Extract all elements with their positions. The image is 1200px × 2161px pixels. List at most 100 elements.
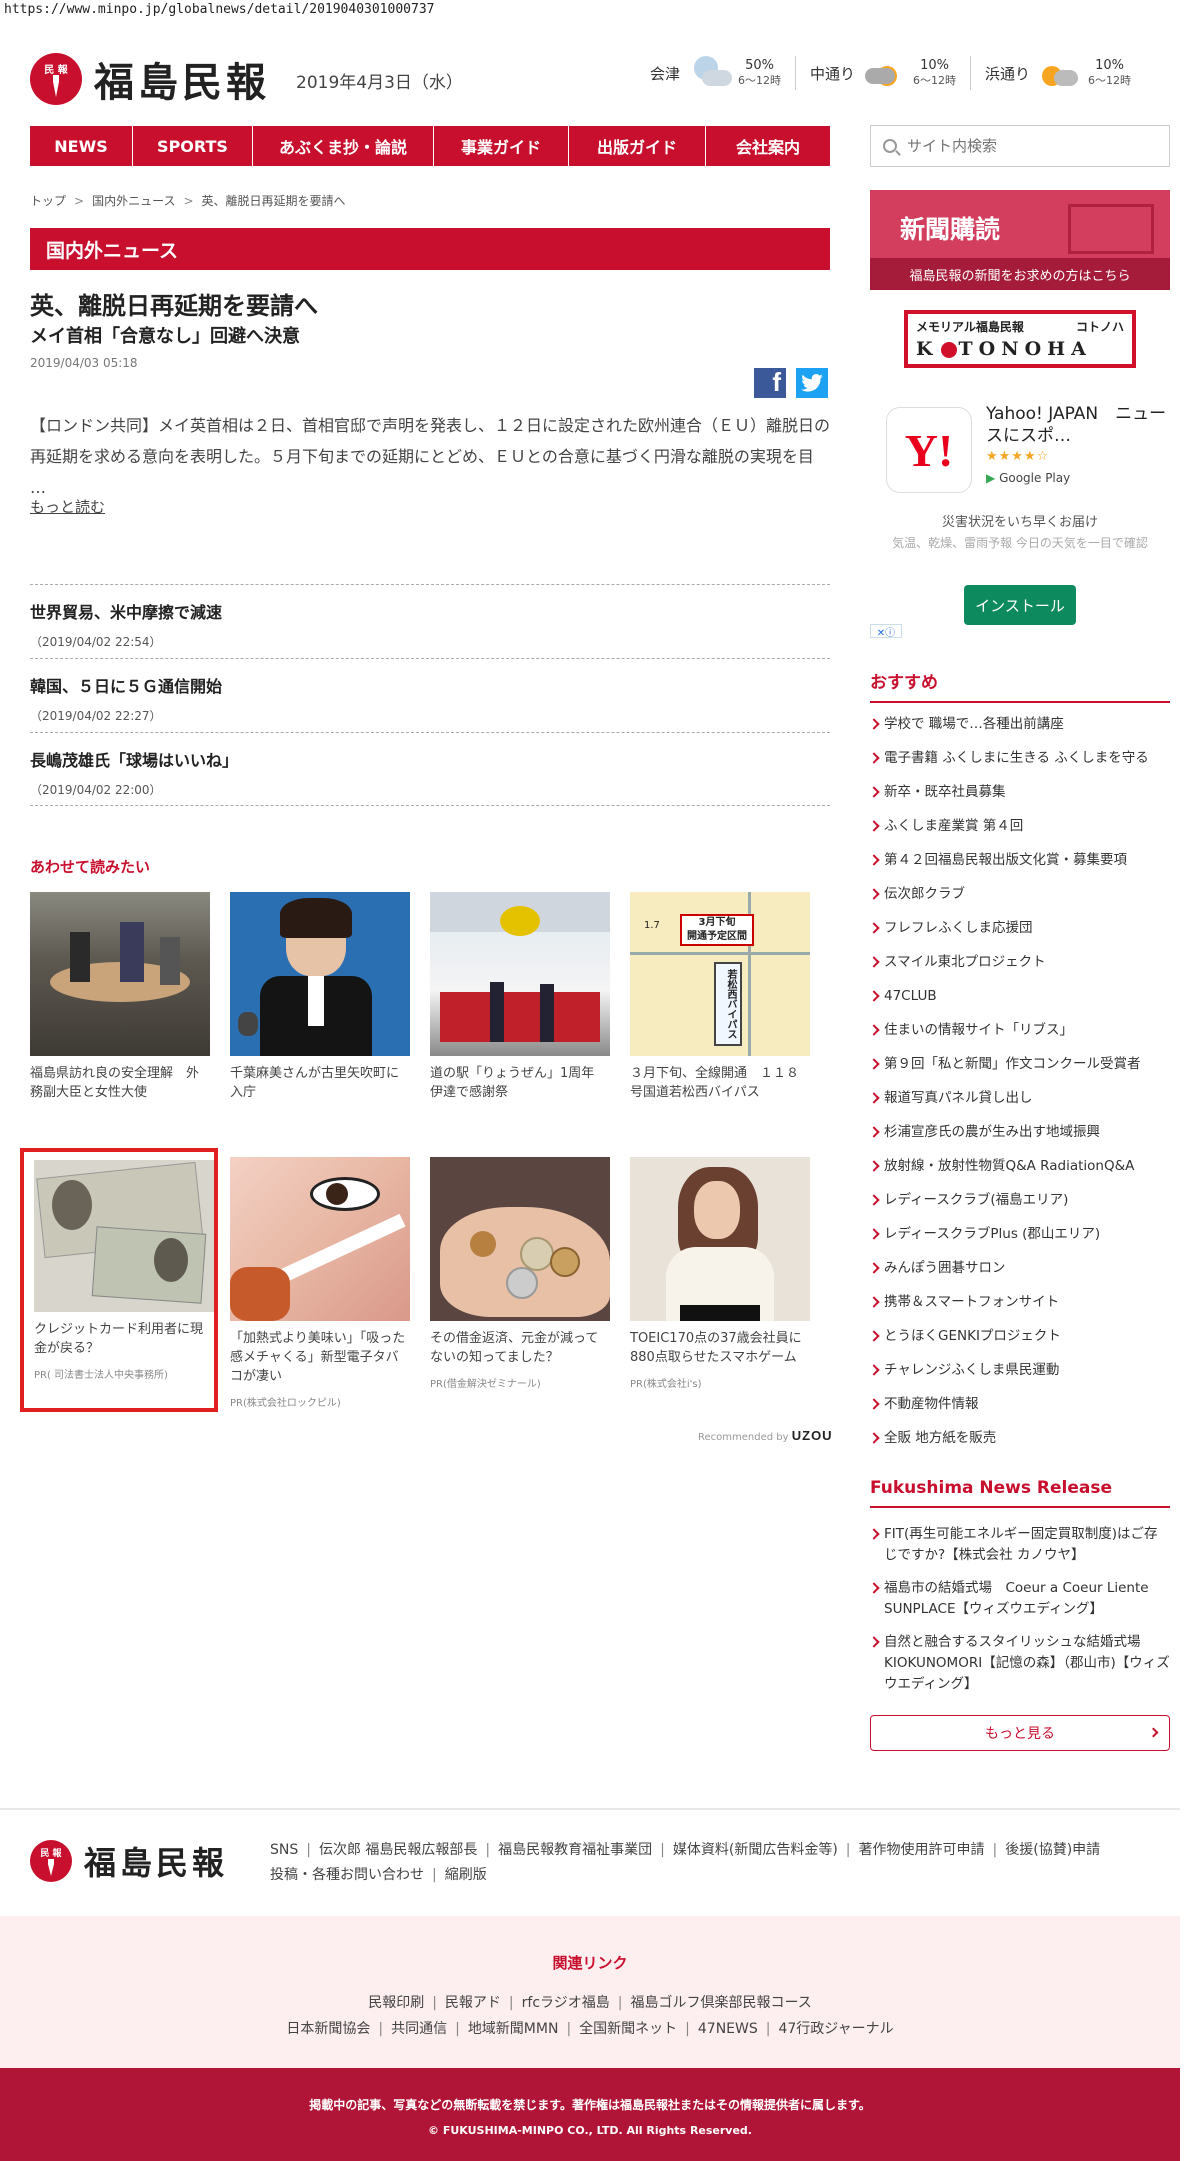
related-card[interactable]: 千葉麻美さんが古里矢吹町に入庁	[230, 892, 410, 1102]
recommend-item[interactable]: 全販 地方紙を販売	[870, 1428, 1170, 1448]
install-button[interactable]: インストール	[964, 585, 1076, 625]
recommend-item[interactable]: 杉浦宣彦氏の農が生み出す地域振興	[870, 1122, 1170, 1142]
list-item-date: （2019/04/02 22:27）	[30, 709, 162, 723]
news-release-item[interactable]: FIT(再生可能エネルギー固定買取制度)はご存じですか?【株式会社 カノウヤ】	[870, 1524, 1170, 1566]
nav-news[interactable]: NEWS	[30, 126, 133, 166]
map-label-c: 若松西バイパス	[714, 962, 742, 1046]
related-link[interactable]: 共同通信	[391, 2021, 447, 2037]
related-link[interactable]: 47NEWS	[698, 2021, 758, 2037]
recommend-item[interactable]: とうほくGENKIプロジェクト	[870, 1326, 1170, 1346]
footer-link[interactable]: 媒体資料(新聞広告料金等)	[673, 1842, 838, 1858]
footer-link[interactable]: 投稿・各種お問い合わせ	[270, 1867, 424, 1883]
list-item[interactable]: 世界貿易、米中摩擦で減速 （2019/04/02 22:54）	[30, 584, 830, 658]
pr-sponsor: PR(株式会社ロックピル)	[230, 1398, 341, 1409]
read-more-link[interactable]: もっと読む	[30, 496, 105, 517]
footer-links: SNS | 伝次郎 福島民報広報部長 | 福島民報教育福祉事業団 | 媒体資料(新聞広告料金…	[270, 1838, 1150, 1888]
recommend-item[interactable]: 47CLUB	[870, 986, 1170, 1006]
map-label-d: 1.7	[644, 920, 660, 931]
pr-card[interactable]: 「加熱式より美味い」「吸った感メチャくる」新型電子タバコが凄い PR(株式会社ロ…	[230, 1157, 410, 1413]
list-item-title[interactable]: 世界貿易、米中摩擦で減速	[30, 599, 830, 623]
site-search[interactable]	[870, 125, 1170, 167]
list-item[interactable]: 長嶋茂雄氏「球場はいいね」 （2019/04/02 22:00）	[30, 732, 830, 806]
footer-link[interactable]: 著作物使用許可申請	[859, 1842, 985, 1858]
related-caption[interactable]: ３月下旬、全線開通 １１８号国道若松西バイパス	[630, 1064, 810, 1102]
recommend-item[interactable]: レディースクラブPlus (郡山エリア)	[870, 1224, 1170, 1244]
site-logo[interactable]: 民 報 福島民報	[30, 50, 270, 108]
nav-sports[interactable]: SPORTS	[133, 126, 253, 166]
link-separator: |	[685, 2021, 690, 2037]
recommend-item[interactable]: 新卒・既卒社員募集	[870, 782, 1170, 802]
recommend-item[interactable]: 学校で 職場で…各種出前講座	[870, 714, 1170, 734]
related-caption[interactable]: 福島県訪れ良の安全理解 外務副大臣と女性大使	[30, 1064, 210, 1102]
recommend-item[interactable]: 電子書籍 ふくしまに生きる ふくしまを守る	[870, 748, 1170, 768]
subscribe-banner[interactable]: 新聞購読 福島民報の新聞をお求めの方はこちら	[870, 190, 1170, 290]
link-separator: |	[617, 1995, 623, 2011]
footer-link[interactable]: 伝次郎 福島民報広報部長	[319, 1842, 477, 1858]
footer-link[interactable]: 縮刷版	[445, 1867, 487, 1883]
related-link[interactable]: 民報アド	[445, 1995, 501, 2011]
recommend-item[interactable]: みんぽう囲碁サロン	[870, 1258, 1170, 1278]
recommend-item[interactable]: 放射線・放射性物質Q&A RadiationQ&A	[870, 1156, 1170, 1176]
recommend-item[interactable]: 第４２回福島民報出版文化賞・募集要項	[870, 850, 1170, 870]
uzou-logo[interactable]: UZOU	[792, 1428, 833, 1443]
recommend-item[interactable]: 携帯＆スマートフォンサイト	[870, 1292, 1170, 1312]
news-release-item[interactable]: 福島市の結婚式場 Coeur a Coeur Liente SUNPLACE【ウ…	[870, 1578, 1170, 1620]
pr-highlight-box	[20, 1148, 218, 1412]
pr-caption[interactable]: その借金返済、元金が減ってないの知ってました？	[430, 1329, 610, 1367]
recommend-item[interactable]: 報道写真パネル貸し出し	[870, 1088, 1170, 1108]
related-link[interactable]: 福島ゴルフ倶楽部民報コース	[630, 1995, 811, 2011]
breadcrumb-top[interactable]: トップ	[30, 194, 66, 208]
twitter-share-icon[interactable]	[796, 368, 828, 398]
recommend-item[interactable]: フレフレふくしま応援団	[870, 918, 1170, 938]
list-item[interactable]: 韓国、５日に５Ｇ通信開始 （2019/04/02 22:27）	[30, 658, 830, 732]
news-release-title: Fukushima News Release	[870, 1478, 1170, 1508]
pr-card[interactable]: その借金返済、元金が減ってないの知ってました？ PR(借金解決ゼミナール)	[430, 1157, 610, 1394]
recommend-item[interactable]: ふくしま産業賞 第４回	[870, 816, 1170, 836]
related-caption[interactable]: 道の駅「りょうぜん」1周年 伊達で感謝祭	[430, 1064, 610, 1102]
search-input[interactable]	[907, 137, 1147, 155]
related-card[interactable]: 福島県訪れ良の安全理解 外務副大臣と女性大使	[30, 892, 210, 1102]
list-item-date: （2019/04/02 22:54）	[30, 635, 162, 649]
nav-company[interactable]: 会社案内	[706, 126, 830, 166]
subscribe-subtitle: 福島民報の新聞をお求めの方はこちら	[870, 258, 1170, 290]
related-card[interactable]: 3月下旬 開通予定区間 若松西バイパス 1.7 ３月下旬、全線開通 １１８号国道若…	[630, 892, 810, 1102]
related-link[interactable]: 47行政ジャーナル	[778, 2021, 893, 2037]
related-card[interactable]: 道の駅「りょうぜん」1周年 伊達で感謝祭	[430, 892, 610, 1102]
footer-link[interactable]: 福島民報教育福祉事業団	[498, 1842, 652, 1858]
facebook-share-icon[interactable]: f	[754, 367, 786, 398]
recommend-item[interactable]: 不動産物件情報	[870, 1394, 1170, 1414]
related-photo: 3月下旬 開通予定区間 若松西バイパス 1.7	[630, 892, 810, 1056]
recommend-item[interactable]: 伝次郎クラブ	[870, 884, 1170, 904]
news-release-item[interactable]: 自然と融合するスタイリッシュな結婚式場 KIOKUNOMORI【記憶の森】（郡山…	[870, 1632, 1170, 1695]
related-link[interactable]: 全国新聞ネット	[579, 2021, 677, 2037]
related-link[interactable]: 民報印刷	[368, 1995, 424, 2011]
pr-caption[interactable]: 「加熱式より美味い」「吸った感メチャくる」新型電子タバコが凄い	[230, 1329, 410, 1386]
adchoices-icon[interactable]: ✕ⓘ	[870, 624, 902, 639]
footer-logo[interactable]: 民 報 福島民報	[30, 1838, 228, 1884]
recommend-item[interactable]: レディースクラブ(福島エリア)	[870, 1190, 1170, 1210]
nav-editorial[interactable]: あぶくま抄・論説	[253, 126, 434, 166]
footer-link[interactable]: SNS	[270, 1842, 298, 1858]
related-caption[interactable]: 千葉麻美さんが古里矢吹町に入庁	[230, 1064, 410, 1102]
related-link[interactable]: 地域新聞MMN	[468, 2021, 559, 2037]
related-link[interactable]: 日本新聞協会	[286, 2021, 370, 2037]
pr-card[interactable]: TOEIC170点の37歳会社員に880点取らせたスマホゲーム PR(株式会社i…	[630, 1157, 810, 1394]
list-item-title[interactable]: 韓国、５日に５Ｇ通信開始	[30, 673, 830, 697]
see-more-button[interactable]: もっと見る	[870, 1715, 1170, 1751]
recommend-item[interactable]: 住まいの情報サイト「リブス」	[870, 1020, 1170, 1040]
pr-caption[interactable]: TOEIC170点の37歳会社員に880点取らせたスマホゲーム	[630, 1329, 810, 1367]
nav-business-guide[interactable]: 事業ガイド	[434, 126, 569, 166]
nav-publishing-guide[interactable]: 出版ガイド	[569, 126, 706, 166]
kotonoha-banner[interactable]: メモリアル福島民報 コトノハ K TONOHA	[904, 310, 1136, 368]
recommend-item[interactable]: 第９回「私と新聞」作文コンクール受賞者	[870, 1054, 1170, 1074]
recommend-item[interactable]: スマイル東北プロジェクト	[870, 952, 1170, 972]
footer-link[interactable]: 後援(協賛)申請	[1005, 1842, 1100, 1858]
breadcrumb-section[interactable]: 国内外ニュース	[92, 194, 175, 208]
list-item-title[interactable]: 長嶋茂雄氏「球場はいいね」	[30, 747, 830, 771]
recommend-item[interactable]: チャレンジふくしま県民運動	[870, 1360, 1170, 1380]
related-photo	[430, 892, 610, 1056]
news-list: 世界貿易、米中摩擦で減速 （2019/04/02 22:54） 韓国、５日に５Ｇ…	[30, 584, 830, 806]
ad-app-name[interactable]: Yahoo! JAPAN ニュースにスポ…	[986, 403, 1170, 447]
related-link[interactable]: rfcラジオ福島	[522, 1995, 610, 2011]
related-links: 関連リンク 民報印刷 | 民報アド | rfcラジオ福島 | 福島ゴルフ倶楽部民報コース 日…	[0, 1916, 1180, 2068]
